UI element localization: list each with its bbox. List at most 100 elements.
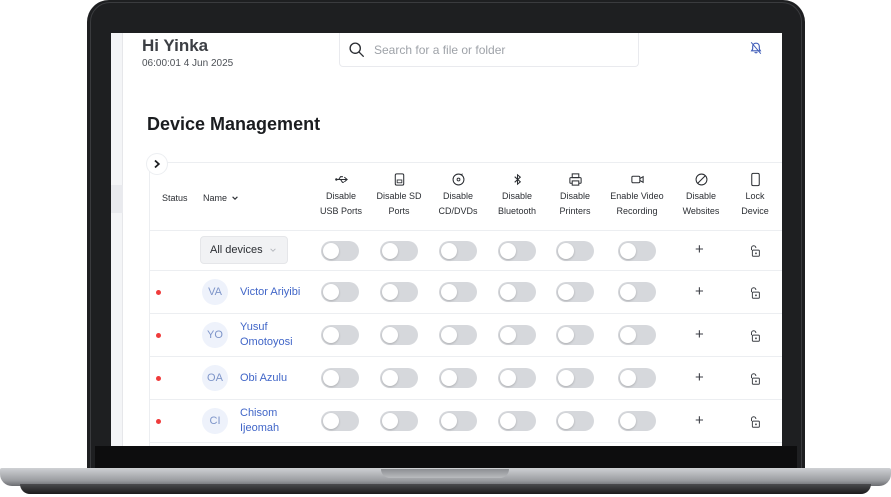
toggle-knob (558, 413, 574, 429)
toggle-cd[interactable] (439, 282, 477, 302)
device-name-link[interactable]: Victor Ariyibi (240, 285, 310, 300)
status-dot-offline (156, 376, 161, 381)
col-video-line2: Recording (616, 206, 658, 216)
notification-bell-icon[interactable] (749, 41, 763, 55)
toggle-usb[interactable] (321, 325, 359, 345)
device-name-link[interactable]: Chisom Ijeomah (240, 406, 310, 436)
col-header-bluetooth: Disable Bluetooth (487, 172, 547, 219)
toggle-usb[interactable] (321, 282, 359, 302)
lock-icon[interactable] (748, 244, 762, 258)
toggle-knob (620, 243, 636, 259)
toggle-printers[interactable] (556, 411, 594, 431)
toggle-all-usb[interactable] (321, 241, 359, 261)
col-lock-line2: Device (741, 206, 769, 216)
toggle-video[interactable] (618, 282, 656, 302)
col-header-sd: Disable SD Ports (371, 172, 427, 219)
device-filter-dropdown[interactable]: All devices (200, 236, 288, 264)
toggle-printers[interactable] (556, 368, 594, 388)
lock-icon[interactable] (748, 372, 762, 386)
toggle-knob (323, 327, 339, 343)
toggle-knob (441, 370, 457, 386)
add-website-block[interactable]: + (695, 412, 704, 429)
disc-icon (452, 173, 464, 186)
toggle-cd[interactable] (439, 368, 477, 388)
status-dot-offline (156, 290, 161, 295)
lock-icon[interactable] (748, 329, 762, 343)
toggle-printers[interactable] (556, 282, 594, 302)
sidebar-active-marker (111, 185, 123, 213)
toggle-video[interactable] (618, 368, 656, 388)
col-header-cd: Disable CD/DVDs (429, 172, 487, 219)
col-websites-line1: Disable (685, 191, 716, 201)
chevron-right-icon (154, 159, 161, 169)
chevron-down-icon (232, 196, 238, 200)
toggle-sd[interactable] (380, 325, 418, 345)
toggle-knob (382, 327, 398, 343)
toggle-usb[interactable] (321, 411, 359, 431)
status-dot-offline (156, 333, 161, 338)
phone-icon (750, 172, 760, 187)
status-dot-offline (156, 419, 161, 424)
expand-sidebar-button[interactable] (147, 154, 167, 174)
col-header-printers: Disable Printers (545, 172, 605, 219)
toggle-bluetooth[interactable] (498, 411, 536, 431)
toggle-printers[interactable] (556, 325, 594, 345)
video-icon (630, 175, 644, 184)
search-bar[interactable] (339, 33, 639, 67)
filter-row: All devices + (149, 231, 782, 271)
toggle-bluetooth[interactable] (498, 325, 536, 345)
device-name-link[interactable]: Obi Azulu (240, 371, 310, 386)
toggle-cd[interactable] (439, 411, 477, 431)
toggle-knob (323, 370, 339, 386)
current-datetime: 06:00:01 4 Jun 2025 (142, 58, 234, 69)
toggle-usb[interactable] (321, 368, 359, 388)
toggle-sd[interactable] (380, 282, 418, 302)
toggle-sd[interactable] (380, 411, 418, 431)
name-column-label: Name (203, 193, 228, 203)
toggle-knob (558, 370, 574, 386)
bluetooth-icon (513, 173, 521, 186)
toggle-bluetooth[interactable] (498, 282, 536, 302)
col-printers-line1: Disable (559, 191, 590, 201)
table-row: CI Chisom Ijeomah + (149, 400, 782, 443)
toggle-knob (620, 284, 636, 300)
app-screen: Hi Yinka 06:00:01 4 Jun 2025 Device Mana… (111, 33, 782, 446)
toggle-cd[interactable] (439, 325, 477, 345)
sd-card-icon (394, 173, 404, 186)
toggle-knob (500, 370, 516, 386)
toggle-bluetooth[interactable] (498, 368, 536, 388)
avatar: CI (202, 408, 228, 434)
toggle-knob (500, 243, 516, 259)
toggle-all-printers[interactable] (556, 241, 594, 261)
col-websites-line2: Websites (682, 206, 720, 216)
search-input[interactable] (374, 42, 624, 58)
device-table: Status Name Disable USB Ports Disable SD… (149, 162, 782, 446)
col-usb-line1: Disable (325, 191, 356, 201)
toggle-video[interactable] (618, 411, 656, 431)
name-column-header[interactable]: Name (203, 193, 239, 203)
add-website-block[interactable]: + (695, 326, 704, 343)
toggle-all-sd[interactable] (380, 241, 418, 261)
toggle-knob (558, 284, 574, 300)
add-website-block[interactable]: + (695, 283, 704, 300)
toggle-knob (500, 327, 516, 343)
toggle-knob (441, 243, 457, 259)
avatar: VA (202, 279, 228, 305)
add-website-block-all[interactable]: + (695, 241, 704, 258)
chevron-down-icon (270, 248, 276, 252)
toggle-all-cd[interactable] (439, 241, 477, 261)
toggle-all-video[interactable] (618, 241, 656, 261)
toggle-knob (323, 243, 339, 259)
device-name-link[interactable]: Yusuf Omotoyosi (240, 320, 310, 350)
col-video-line1: Enable Video (610, 191, 664, 201)
block-icon (695, 173, 707, 186)
laptop-base-shadow (20, 484, 871, 494)
toggle-knob (382, 284, 398, 300)
lock-icon[interactable] (748, 286, 762, 300)
toggle-all-bluetooth[interactable] (498, 241, 536, 261)
toggle-sd[interactable] (380, 368, 418, 388)
toggle-video[interactable] (618, 325, 656, 345)
add-website-block[interactable]: + (695, 369, 704, 386)
laptop-notch (381, 469, 509, 478)
lock-icon[interactable] (748, 415, 762, 429)
